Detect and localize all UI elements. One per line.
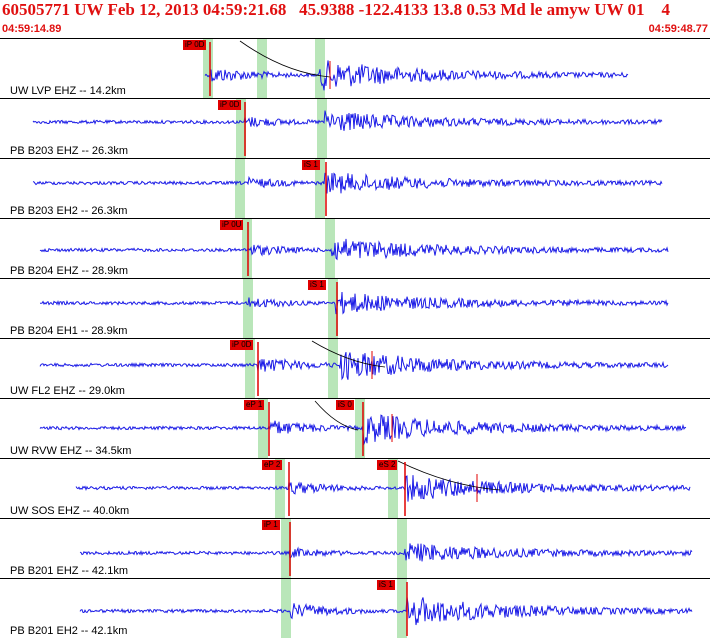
analysis-window xyxy=(328,339,338,398)
pick-label[interactable]: iS 1 xyxy=(302,160,320,170)
station-label: PB B204 EH1 -- 28.9km xyxy=(10,325,128,337)
waveform-trace xyxy=(32,172,663,194)
waveform-trace xyxy=(79,596,693,626)
pick-label[interactable]: iP 0D xyxy=(218,100,242,110)
window-end-time: 04:59:48.77 xyxy=(648,23,708,35)
analysis-window xyxy=(397,579,407,638)
event-title: 60505771 UW Feb 12, 2013 04:59:21.68 45.… xyxy=(2,0,671,19)
waveform-trace xyxy=(75,475,691,502)
station-label: PB B201 EHZ -- 42.1km xyxy=(10,565,128,577)
analysis-window xyxy=(317,99,327,158)
waveform-trace xyxy=(39,238,669,261)
waveform-trace xyxy=(32,110,663,131)
station-label: PB B203 EHZ -- 26.3km xyxy=(10,145,128,157)
station-label: PB B203 EH2 -- 26.3km xyxy=(10,205,128,217)
waveform-trace xyxy=(39,351,669,381)
analysis-window xyxy=(325,219,335,278)
pick-label[interactable]: iS 1 xyxy=(377,580,395,590)
pick-label[interactable]: eS 2 xyxy=(377,460,398,470)
station-label: UW FL2 EHZ -- 29.0km xyxy=(10,385,125,397)
analysis-window xyxy=(235,159,245,218)
waveform-trace xyxy=(204,60,629,91)
event-header: 60505771 UW Feb 12, 2013 04:59:21.68 45.… xyxy=(0,0,710,38)
waveform-trace xyxy=(79,543,693,562)
seismogram-traces xyxy=(0,38,710,638)
pick-label[interactable]: iP 0U xyxy=(220,220,244,230)
pick-label[interactable]: iP 1 xyxy=(262,520,280,530)
analysis-window xyxy=(281,579,291,638)
pick-label[interactable]: iS 0 xyxy=(336,400,354,410)
station-label: UW SOS EHZ -- 40.0km xyxy=(10,505,130,517)
analysis-window xyxy=(257,39,267,98)
analysis-window xyxy=(397,519,407,578)
seismogram-panel: UW LVP EHZ -- 14.2km iP 0D PB B203 EHZ -- … xyxy=(0,38,710,638)
analysis-window xyxy=(243,279,253,338)
waveform-trace xyxy=(39,291,669,315)
station-label: PB B201 EH2 -- 42.1km xyxy=(10,625,128,637)
pick-label[interactable]: iS 1 xyxy=(308,280,326,290)
pick-label[interactable]: eP 2 xyxy=(262,460,283,470)
pick-label[interactable]: eP 1 xyxy=(244,400,265,410)
station-label: UW LVP EHZ -- 14.2km xyxy=(10,85,126,97)
pick-label[interactable]: iP 0D xyxy=(230,340,254,350)
station-label: UW RVW EHZ -- 34.5km xyxy=(10,445,132,457)
pick-label[interactable]: iP 0D xyxy=(183,40,207,50)
window-start-time: 04:59:14.89 xyxy=(2,23,62,35)
station-label: PB B204 EHZ -- 28.9km xyxy=(10,265,128,277)
